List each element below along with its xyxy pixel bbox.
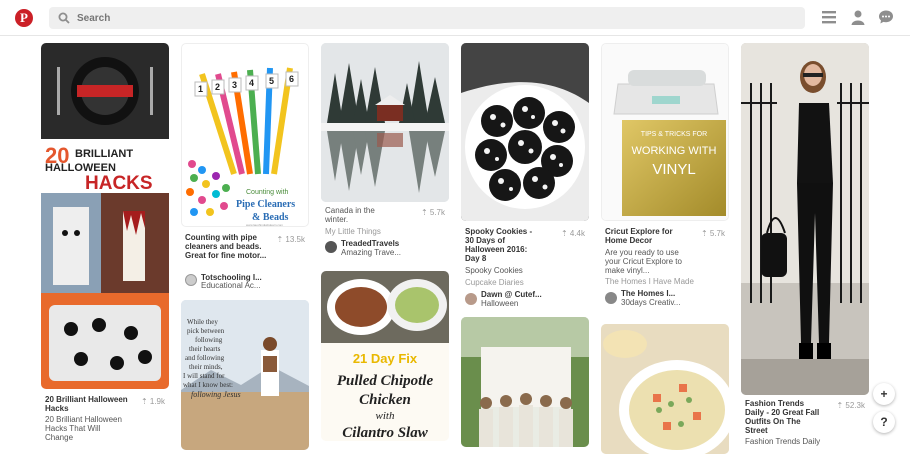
menu-icon[interactable] — [821, 9, 837, 25]
svg-text:TIPS & TRICKS FOR: TIPS & TRICKS FOR — [641, 131, 707, 138]
pinner-name[interactable]: TreadedTravels — [341, 240, 441, 248]
svg-text:Counting with: Counting with — [246, 189, 289, 196]
pin-image[interactable] — [461, 317, 589, 447]
search-icon — [58, 12, 70, 24]
chowder-photo — [601, 324, 729, 454]
svg-text:21 Day Fix: 21 Day Fix — [353, 351, 418, 366]
pin-image[interactable]: 20 BRILLIANT HALLOWEEN HACKS — [41, 43, 169, 389]
avatar[interactable] — [185, 274, 197, 286]
pinner-name[interactable]: Dawn @ Cutef... — [481, 291, 581, 299]
top-bar: P — [0, 0, 910, 36]
avatar[interactable] — [465, 293, 477, 305]
board-name[interactable]: Amazing Trave... — [341, 248, 441, 257]
cricut-machine-photo: TIPS & TRICKS FOR WORKING WITH VINYL — [602, 44, 728, 220]
pin-image[interactable] — [461, 43, 589, 221]
svg-text:following Jesus: following Jesus — [191, 390, 241, 399]
pin-title: Fashion Trends Daily - 20 Great Fall Out… — [745, 399, 820, 435]
svg-text:4: 4 — [249, 78, 254, 88]
spooky-cookies-photo — [461, 43, 589, 221]
profile-icon[interactable] — [850, 9, 866, 25]
source-name[interactable]: The Homes I Have Made — [605, 277, 694, 286]
svg-text:their hearts: their hearts — [189, 345, 221, 353]
pin-description: Canada in the winter. — [325, 206, 375, 224]
avatar[interactable] — [325, 241, 337, 253]
messages-icon[interactable] — [878, 9, 894, 25]
svg-text:Pipe Cleaners: Pipe Cleaners — [236, 199, 295, 210]
pipe-cleaners-photo: 1 2 3 4 5 6 Counting with Pipe Cleaners … — [186, 67, 299, 227]
svg-text:their minds,: their minds, — [189, 363, 223, 371]
svg-text:www.laughingkidslearn.com: www.laughingkidslearn.com — [246, 223, 284, 227]
svg-text:what I know best:: what I know best: — [183, 381, 233, 389]
source-name[interactable]: My Little Things — [325, 227, 381, 236]
pin-image[interactable] — [321, 43, 449, 202]
pin-image[interactable] — [601, 324, 729, 454]
svg-text:VINYL: VINYL — [652, 161, 695, 178]
save-count: ⇡ 13.5k — [276, 235, 305, 244]
winter-lake-photo — [321, 43, 449, 202]
svg-text:Pulled Chipotle: Pulled Chipotle — [337, 373, 434, 389]
svg-text:2: 2 — [215, 82, 220, 92]
save-count: ⇡ 52.3k — [836, 401, 865, 410]
pin-title: Spooky Cookies - 30 Days of Halloween 20… — [465, 227, 533, 263]
wedding-party-photo — [461, 317, 589, 447]
svg-text:following: following — [195, 336, 223, 344]
pinterest-logo[interactable]: P — [15, 9, 33, 27]
svg-text:6: 6 — [289, 74, 294, 84]
svg-text:& Beads: & Beads — [252, 212, 289, 223]
svg-text:1: 1 — [198, 84, 203, 94]
pin-image[interactable]: TIPS & TRICKS FOR WORKING WITH VINYL — [601, 43, 729, 221]
pinner-name[interactable]: The Homes I... — [621, 290, 721, 298]
help-button[interactable]: ? — [873, 411, 895, 433]
search-input[interactable] — [77, 9, 777, 27]
board-name[interactable]: Educational Ac... — [201, 281, 301, 290]
add-pin-button[interactable]: + — [873, 383, 895, 405]
svg-text:BRILLIANT: BRILLIANT — [75, 148, 133, 160]
svg-text:While they: While they — [187, 318, 218, 326]
svg-text:I will stand for: I will stand for — [183, 372, 225, 380]
search-bar[interactable] — [49, 7, 805, 29]
source-name[interactable]: Cupcake Diaries — [465, 278, 524, 287]
svg-text:and following: and following — [185, 354, 225, 362]
board-name[interactable]: Halloween — [481, 299, 581, 308]
pin-description: 20 Brilliant Halloween Hacks That Will C… — [45, 415, 122, 442]
pin-image[interactable]: 1 2 3 4 5 6 Counting with Pipe Cleaners … — [181, 43, 309, 227]
pin-description: Counting with pipe cleaners and beads. G… — [185, 233, 267, 260]
avatar[interactable] — [605, 292, 617, 304]
pulled-chicken-recipe: 21 Day Fix Pulled Chipotle Chicken with … — [321, 271, 449, 441]
pin-image[interactable]: 21 Day Fix Pulled Chipotle Chicken with … — [321, 271, 449, 441]
desert-walk-photo: While they pick between following their … — [181, 300, 309, 450]
pin-description: Are you ready to use your Cricut Explore… — [605, 248, 682, 275]
save-count: ⇡ 5.7k — [700, 229, 725, 238]
pin-title: Cricut Explore for Home Decor — [605, 227, 673, 245]
pin-image[interactable]: While they pick between following their … — [181, 300, 309, 450]
board-name[interactable]: 30days Creativ... — [621, 298, 721, 307]
pin-title: 20 Brilliant Halloween Hacks — [45, 395, 128, 413]
save-count: ⇡ 1.9k — [140, 397, 165, 406]
svg-text:5: 5 — [269, 76, 274, 86]
pin-image[interactable] — [741, 43, 869, 395]
street-fashion-photo — [741, 43, 869, 395]
svg-text:HACKS: HACKS — [85, 173, 153, 194]
save-count: ⇡ 5.7k — [420, 208, 445, 217]
svg-text:with: with — [376, 410, 395, 422]
pin-description: Spooky Cookies — [465, 266, 523, 275]
svg-text:3: 3 — [232, 80, 237, 90]
svg-text:Cilantro Slaw: Cilantro Slaw — [342, 425, 428, 441]
halloween-hacks-collage: 20 BRILLIANT HALLOWEEN HACKS — [41, 43, 169, 389]
svg-text:Chicken: Chicken — [359, 392, 411, 408]
save-count: ⇡ 4.4k — [560, 229, 585, 238]
svg-text:pick between: pick between — [187, 327, 225, 335]
svg-text:WORKING WITH: WORKING WITH — [632, 145, 717, 157]
